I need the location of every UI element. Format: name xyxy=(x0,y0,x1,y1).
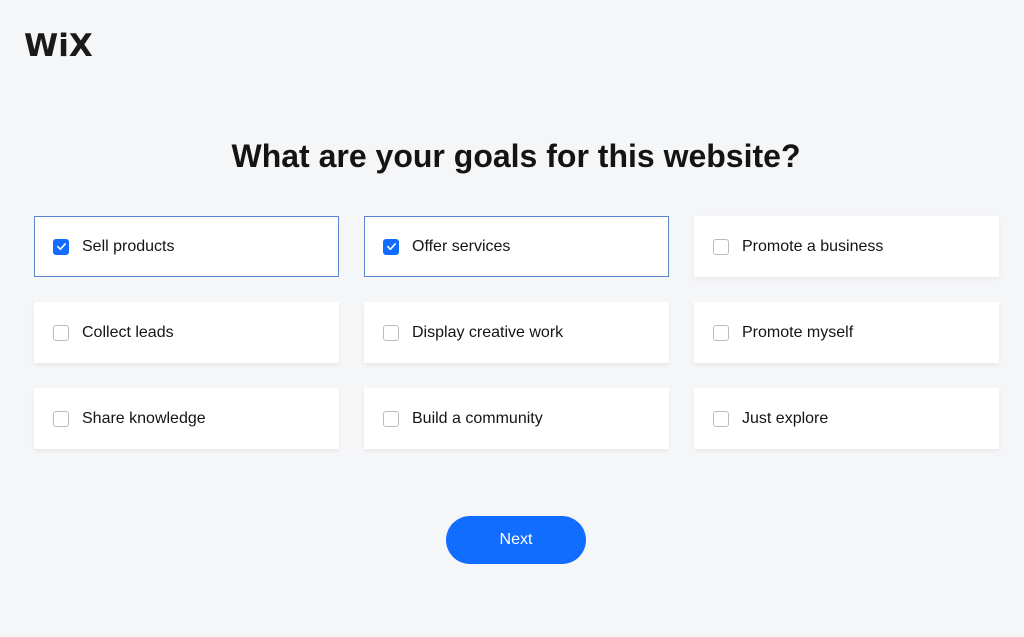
goal-option-label: Promote a business xyxy=(742,237,884,255)
goal-option[interactable]: Build a community xyxy=(364,388,669,449)
goal-option[interactable]: Share knowledge xyxy=(34,388,339,449)
checkbox-unchecked-icon[interactable] xyxy=(713,324,729,341)
goal-option-label: Display creative work xyxy=(412,323,564,341)
checkbox-unchecked-icon[interactable] xyxy=(383,410,399,427)
goal-option-label: Sell products xyxy=(82,237,175,255)
checkbox-unchecked-icon[interactable] xyxy=(713,238,729,255)
goal-option[interactable]: Sell products xyxy=(34,216,339,277)
goal-option-label: Promote myself xyxy=(742,323,854,341)
checkbox-checked-icon[interactable] xyxy=(53,238,69,255)
goal-option[interactable]: Promote a business xyxy=(694,216,999,277)
wix-logo: WiX xyxy=(24,28,93,64)
goal-option[interactable]: Display creative work xyxy=(364,302,669,363)
goal-option[interactable]: Offer services xyxy=(364,216,669,277)
goal-option-label: Just explore xyxy=(742,409,829,427)
goal-option-label: Collect leads xyxy=(82,323,174,341)
checkbox-checked-icon[interactable] xyxy=(383,238,399,255)
checkbox-unchecked-icon[interactable] xyxy=(53,410,69,427)
goal-option-label: Offer services xyxy=(412,237,511,255)
next-button[interactable]: Next xyxy=(446,516,586,564)
checkbox-unchecked-icon[interactable] xyxy=(383,324,399,341)
goal-option[interactable]: Just explore xyxy=(694,388,999,449)
goal-option-label: Share knowledge xyxy=(82,409,206,427)
checkbox-unchecked-icon[interactable] xyxy=(53,324,69,341)
goal-option[interactable]: Collect leads xyxy=(34,302,339,363)
goals-grid: Sell products Offer services Promote a bus… xyxy=(34,216,999,449)
checkbox-unchecked-icon[interactable] xyxy=(713,410,729,427)
page-title: What are your goals for this website? xyxy=(231,138,801,174)
goal-option-label: Build a community xyxy=(412,409,543,427)
goal-option[interactable]: Promote myself xyxy=(694,302,999,363)
